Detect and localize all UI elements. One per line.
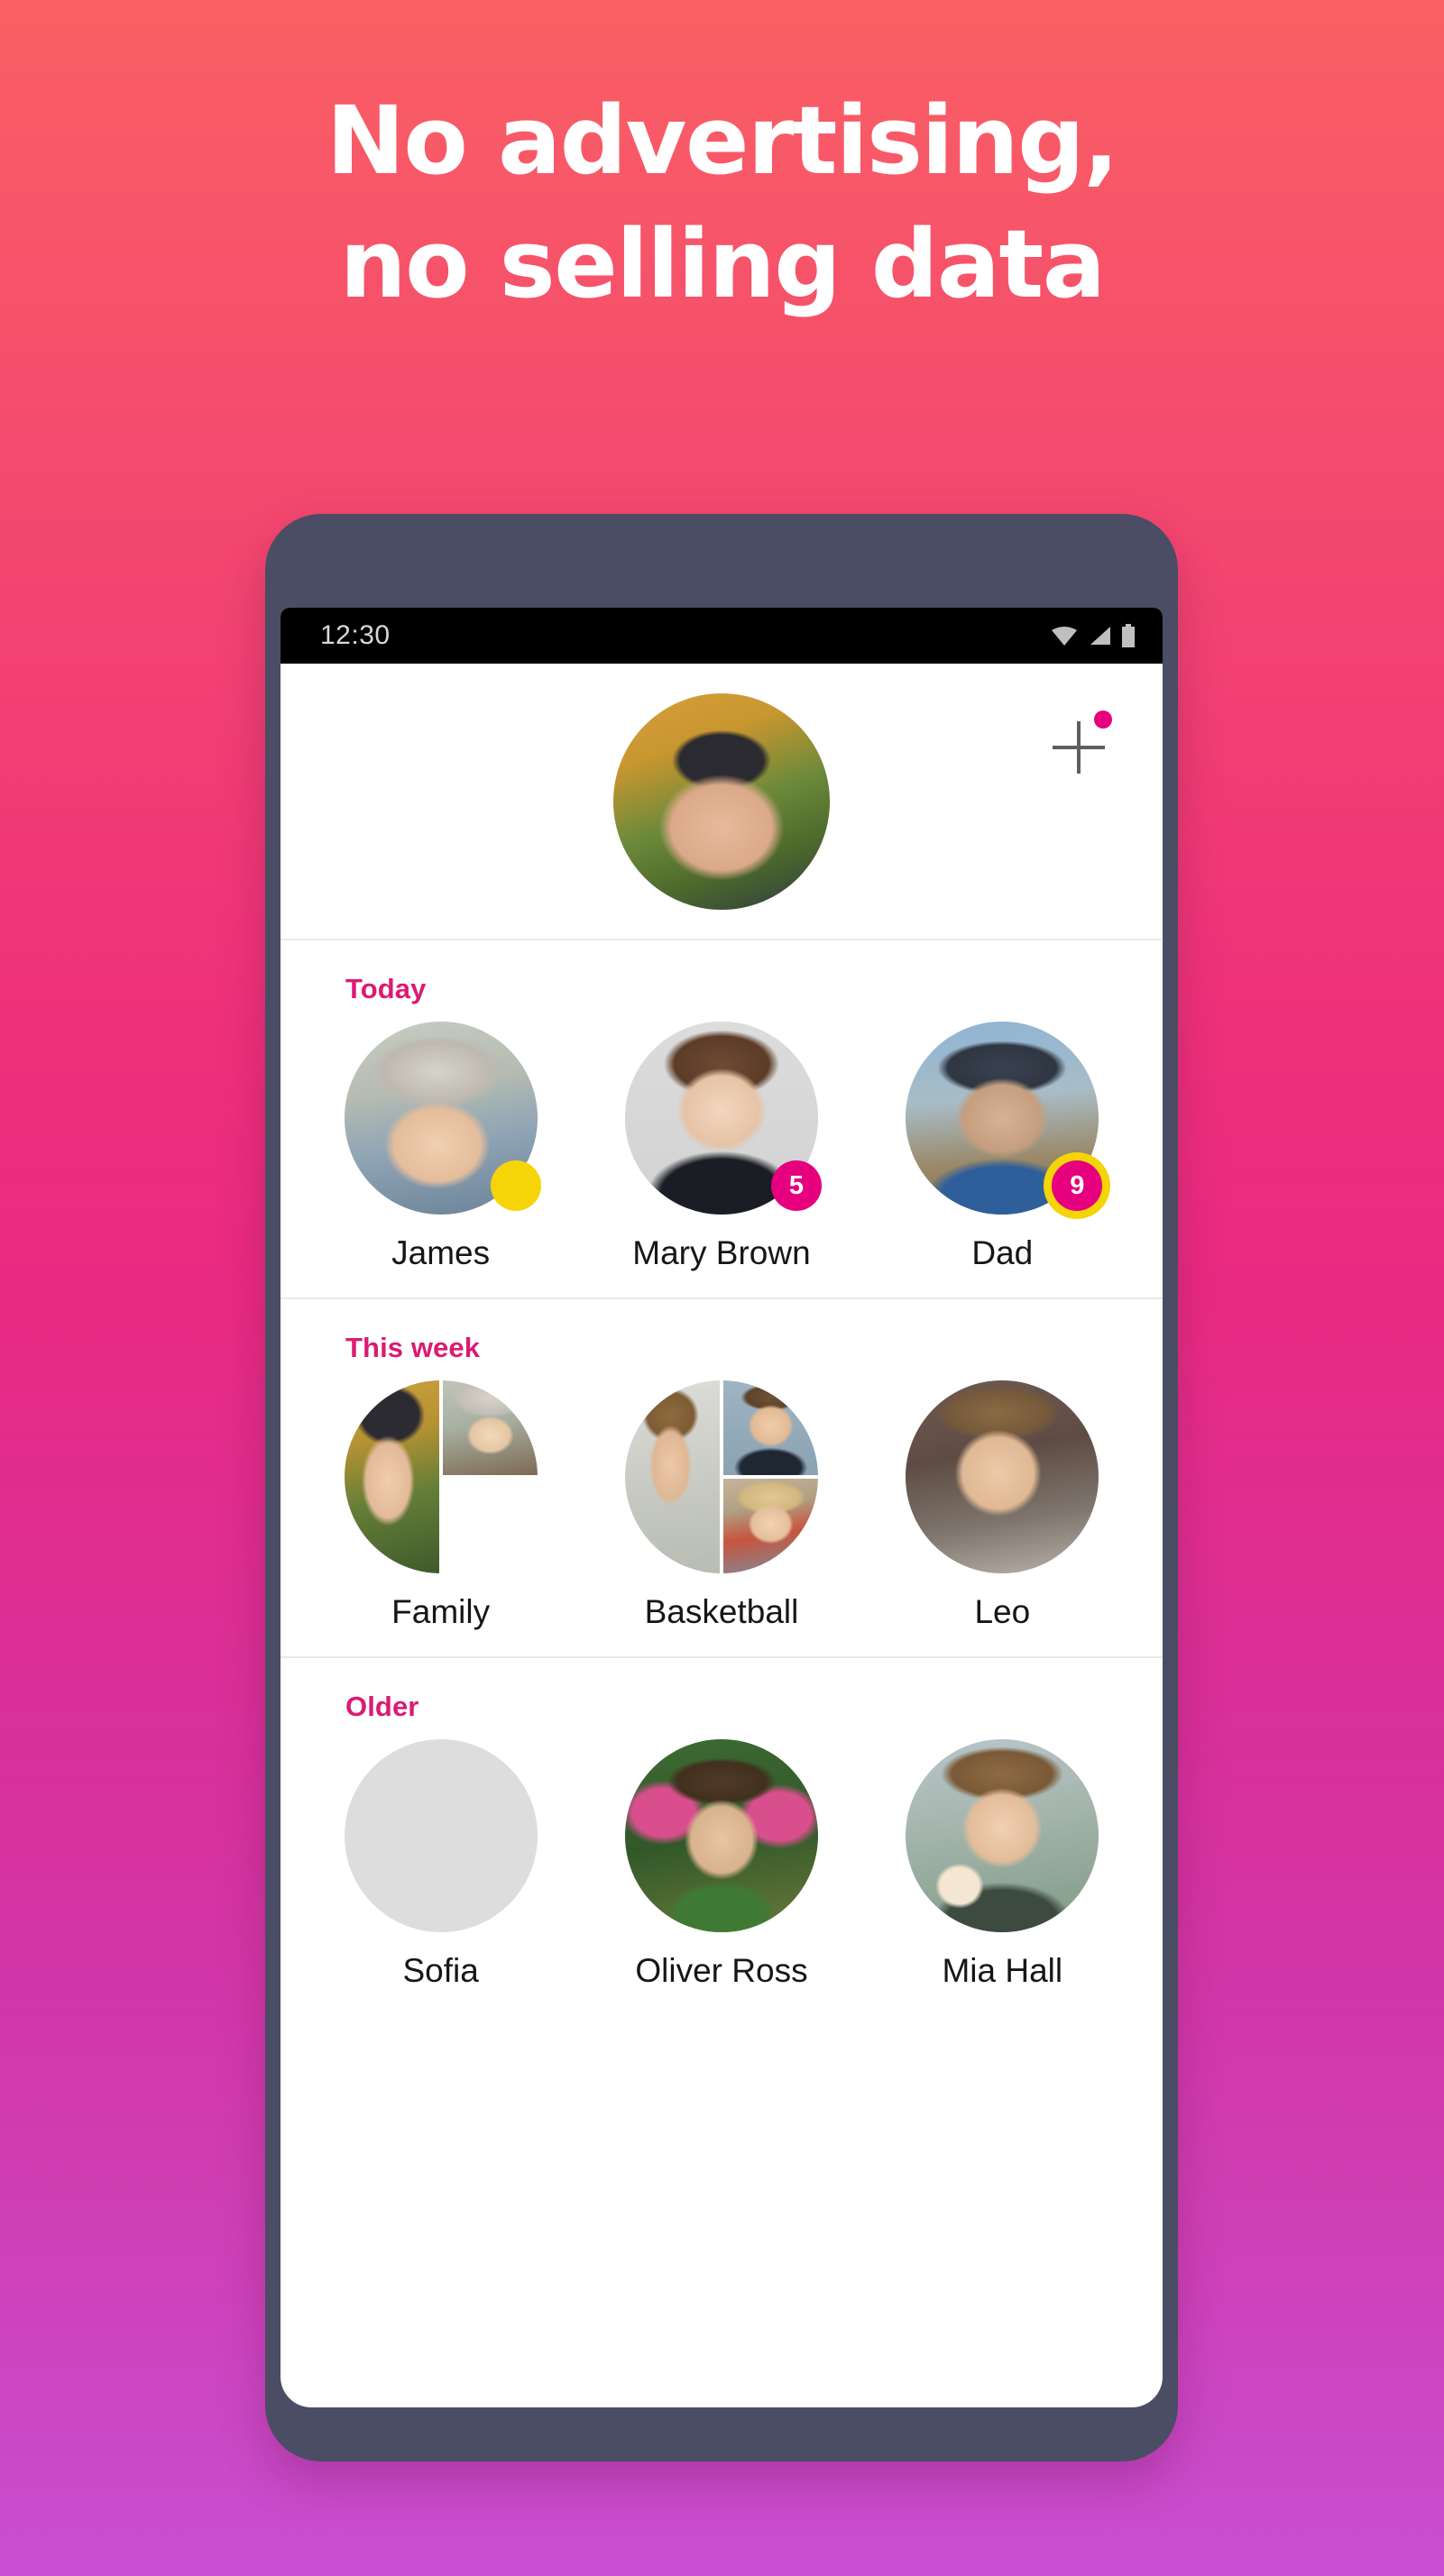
phone-device-frame: 12:30 Today James 5 Mary Brown 9 Dad Thi… bbox=[265, 514, 1178, 2461]
section-title-this-week: This week bbox=[345, 1332, 481, 1363]
avatar-clip bbox=[906, 1380, 1099, 1573]
contact-item[interactable]: Mia Hall bbox=[878, 1739, 1127, 1990]
unread-count-badge bbox=[490, 1160, 541, 1211]
contact-name: Mia Hall bbox=[942, 1952, 1063, 1989]
avatar-collage bbox=[344, 1380, 538, 1573]
collage-photo bbox=[722, 1380, 818, 1475]
contact-photo bbox=[442, 1380, 538, 1475]
cellular-signal-icon bbox=[1090, 627, 1110, 645]
contact-name: Sofia bbox=[402, 1952, 479, 1989]
contact-item[interactable]: Leo bbox=[878, 1380, 1127, 1631]
contact-photo bbox=[906, 1739, 1099, 1932]
contact-name: Family bbox=[391, 1593, 491, 1630]
section-title-older: Older bbox=[345, 1691, 419, 1722]
contact-item[interactable]: Sofia bbox=[317, 1739, 566, 1990]
contact-row: James 5 Mary Brown 9 Dad bbox=[281, 1022, 1163, 1272]
contact-item[interactable]: 9 Dad bbox=[878, 1022, 1127, 1272]
contact-avatar[interactable]: 5 bbox=[624, 1022, 822, 1215]
unread-count-badge: 5 bbox=[770, 1160, 822, 1211]
contact-item[interactable]: Oliver Ross bbox=[597, 1739, 846, 1990]
contact-photo bbox=[722, 1380, 818, 1475]
contact-name: Mary Brown bbox=[632, 1234, 811, 1271]
contact-item[interactable]: Basketball bbox=[597, 1380, 846, 1631]
contact-section: Older Sofia Oliver Ross Mia Hall bbox=[281, 1658, 1163, 2015]
contact-section: This week Family Basketball Leo bbox=[281, 1299, 1163, 1658]
contact-avatar[interactable] bbox=[344, 1739, 538, 1932]
status-bar-clock: 12:30 bbox=[320, 620, 391, 650]
add-contact-button[interactable] bbox=[1044, 707, 1114, 777]
avatar-clip bbox=[624, 1739, 818, 1932]
plus-icon-vertical bbox=[1077, 721, 1081, 774]
contact-sections: Today James 5 Mary Brown 9 Dad This week Family… bbox=[281, 940, 1163, 2407]
contact-name: Dad bbox=[971, 1234, 1034, 1271]
contact-row: Sofia Oliver Ross Mia Hall bbox=[281, 1739, 1163, 1990]
battery-icon bbox=[1122, 624, 1135, 647]
group-avatar[interactable] bbox=[344, 1380, 538, 1573]
contact-photo bbox=[344, 1380, 439, 1573]
my-profile-avatar[interactable] bbox=[613, 692, 830, 910]
contact-photo bbox=[443, 1479, 538, 1573]
contact-photo bbox=[722, 1479, 818, 1573]
notification-dot-badge bbox=[1094, 710, 1112, 729]
contact-item[interactable]: 5 Mary Brown bbox=[597, 1022, 846, 1272]
contact-avatar[interactable] bbox=[906, 1380, 1099, 1573]
contact-row: Family Basketball Leo bbox=[281, 1380, 1163, 1631]
collage-photo bbox=[442, 1380, 538, 1475]
contact-avatar[interactable] bbox=[906, 1739, 1099, 1932]
contact-name: Oliver Ross bbox=[635, 1952, 808, 1989]
contact-name: James bbox=[391, 1234, 491, 1271]
contact-avatar[interactable]: 9 bbox=[906, 1022, 1103, 1215]
contact-photo bbox=[624, 1739, 818, 1932]
contact-photo bbox=[624, 1380, 720, 1573]
collage-photo bbox=[344, 1380, 439, 1573]
contact-section: Today James 5 Mary Brown 9 Dad bbox=[281, 940, 1163, 1299]
contact-avatar[interactable] bbox=[624, 1739, 818, 1932]
collage-photo bbox=[722, 1479, 818, 1573]
group-avatar[interactable] bbox=[624, 1380, 818, 1573]
promo-headline: No advertising, no selling data bbox=[326, 86, 1119, 320]
wifi-icon bbox=[1052, 627, 1077, 646]
phone-screen: 12:30 Today James 5 Mary Brown 9 Dad Thi… bbox=[281, 608, 1163, 2407]
contact-photo bbox=[906, 1380, 1099, 1573]
unread-count-badge: 9 bbox=[1052, 1160, 1103, 1211]
profile-photo bbox=[613, 692, 830, 910]
avatar-clip bbox=[344, 1739, 538, 1932]
contact-item[interactable]: Family bbox=[317, 1380, 566, 1631]
contact-item[interactable]: James bbox=[317, 1022, 566, 1272]
contact-name: Basketball bbox=[644, 1593, 799, 1630]
app-header bbox=[281, 664, 1163, 940]
status-bar: 12:30 bbox=[281, 608, 1163, 664]
contact-name: Leo bbox=[974, 1593, 1031, 1630]
contact-photo bbox=[345, 1739, 538, 1932]
contact-avatar[interactable] bbox=[344, 1022, 541, 1215]
status-bar-icons bbox=[1051, 624, 1136, 647]
collage-photo bbox=[624, 1380, 720, 1573]
avatar-collage bbox=[624, 1380, 818, 1573]
avatar-clip bbox=[906, 1739, 1099, 1932]
collage-photo bbox=[443, 1479, 538, 1573]
section-title-today: Today bbox=[345, 973, 427, 1004]
